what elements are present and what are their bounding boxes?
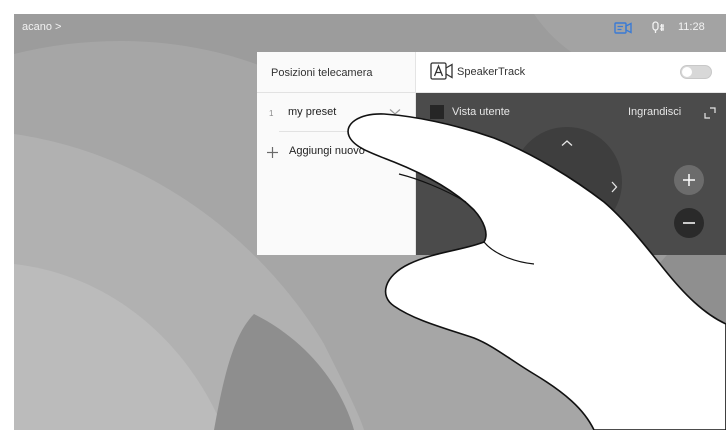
touch-screen: acano > 11:28 Posizioni telecamera 1 my …: [14, 14, 726, 430]
hand-illustration: [347, 113, 726, 430]
